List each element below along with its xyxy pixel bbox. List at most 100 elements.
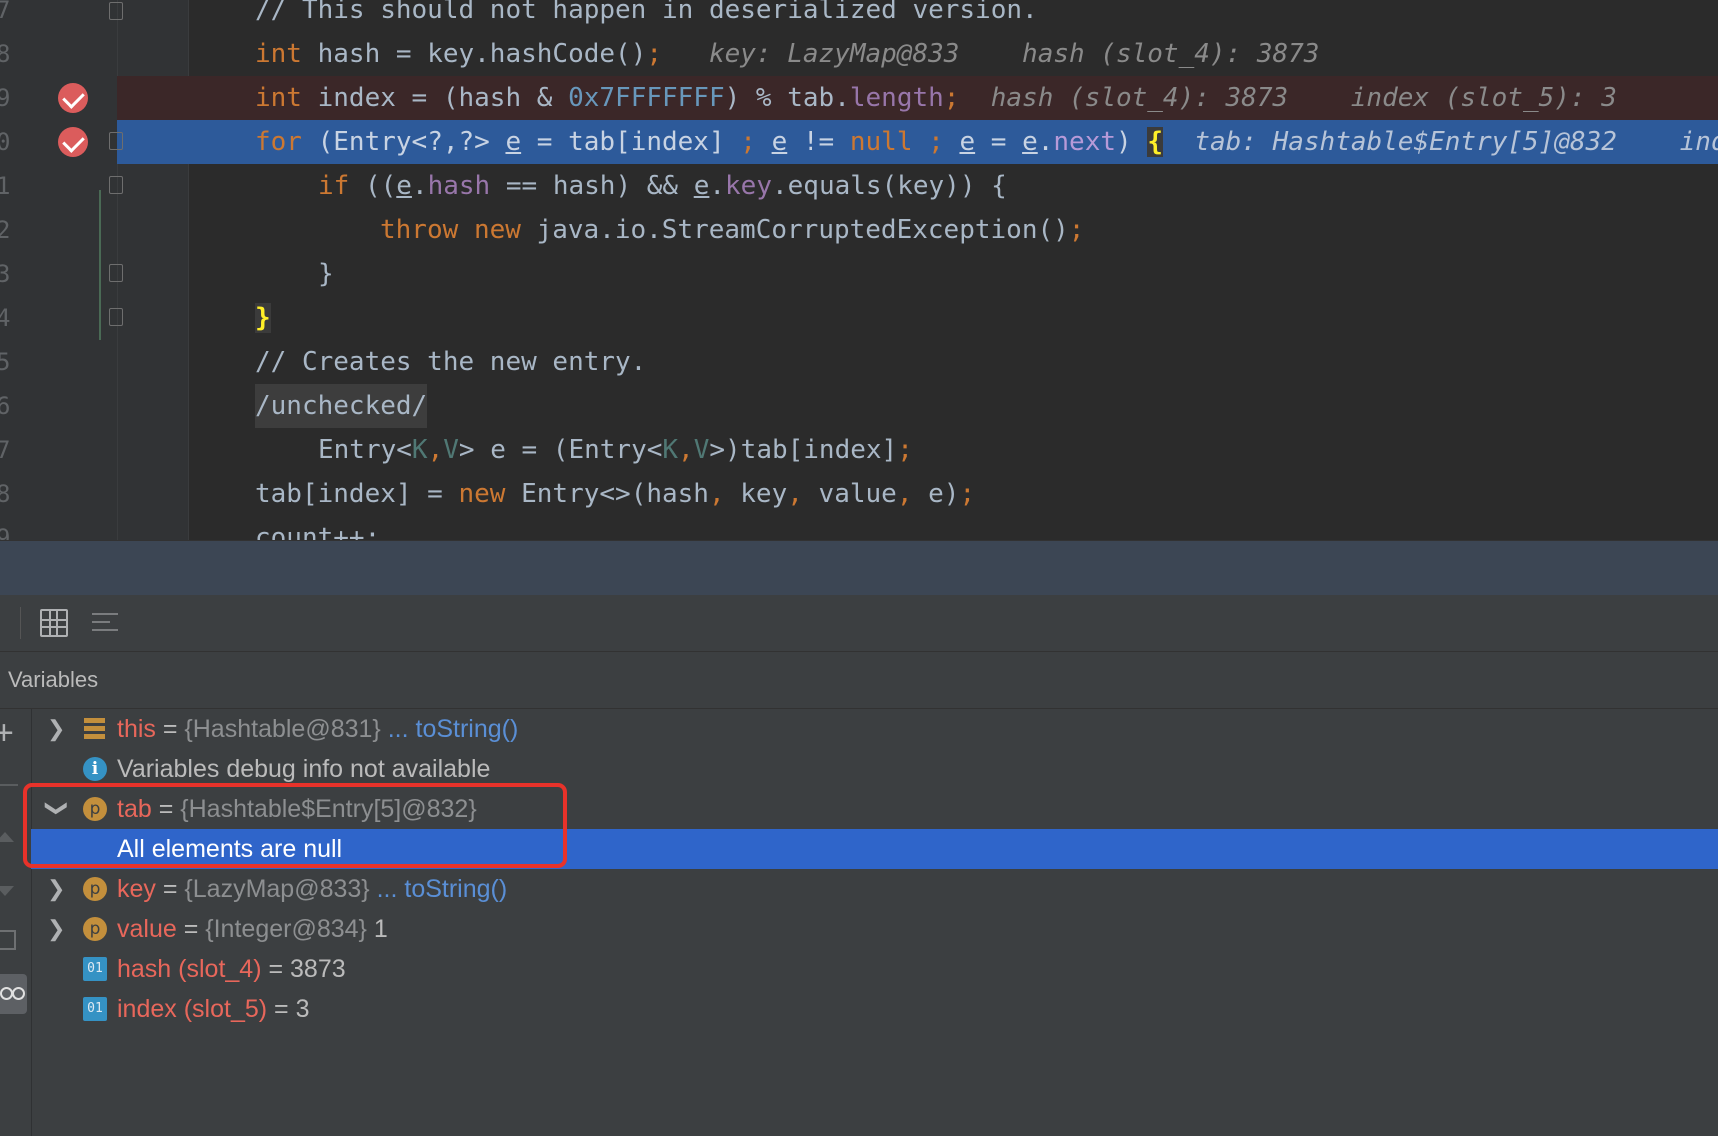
child-message: All elements are null [117, 835, 343, 863]
code-line-current[interactable]: 0 for (Entry<?,?> e = tab[index] ; e != … [0, 120, 1718, 164]
copy-icon[interactable] [0, 930, 16, 950]
tostring-link[interactable]: ... toString() [381, 715, 519, 743]
variable-type: {Hashtable@831} [184, 715, 381, 743]
code-text: int index = (hash & 0x7FFFFFFF) % tab.le… [255, 83, 1617, 113]
variable-name: hash (slot_4) [117, 955, 262, 983]
fold-marker-icon[interactable] [109, 264, 123, 282]
add-watch-icon[interactable]: + [0, 716, 14, 750]
line-number: 7 [0, 0, 11, 24]
variable-name: value [117, 915, 177, 943]
code-line[interactable]: 1 if ((e.hash == hash) && e.key.equals(k… [0, 164, 1718, 208]
line-number: 0 [0, 128, 11, 156]
code-line[interactable]: 4 } [0, 296, 1718, 340]
variable-row-tab[interactable]: ❯ p tab = {Hashtable$Entry[5]@832} [31, 789, 1718, 829]
fold-marker-icon[interactable] [109, 132, 123, 150]
variable-value: 3873 [290, 955, 346, 983]
code-line[interactable]: 6 /unchecked/ [0, 384, 1718, 428]
code-line[interactable]: 2 throw new java.io.StreamCorruptedExcep… [0, 208, 1718, 252]
line-number: 3 [0, 260, 11, 288]
variables-header: Variables [0, 652, 1718, 709]
code-comment: // Creates the new entry. [255, 347, 647, 377]
line-number: 9 [0, 524, 11, 540]
local-variable-icon: 01 [83, 957, 107, 981]
breakpoint-icon[interactable] [58, 83, 88, 113]
variable-row-index[interactable]: 01 index (slot_5) = 3 [31, 989, 1718, 1029]
code-line[interactable]: 7 Entry<K,V> e = (Entry<K,V>)tab[index]; [0, 428, 1718, 472]
code-line[interactable]: 3 } [0, 252, 1718, 296]
parameter-icon: p [83, 877, 107, 901]
code-text: int hash = key.hashCode(); key: LazyMap@… [255, 39, 1320, 69]
variable-name: this [117, 715, 156, 743]
collapse-chevron-icon[interactable]: ❯ [37, 799, 77, 819]
code-text: } [255, 296, 271, 340]
breakpoint-icon[interactable] [58, 127, 88, 157]
code-line-breakpoint[interactable]: 9 int index = (hash & 0x7FFFFFFF) % tab.… [0, 76, 1718, 120]
inline-debug-hint: hash (slot_4): 3873 index (slot_5): 3 [990, 83, 1617, 113]
variable-value: 3 [295, 995, 310, 1023]
move-down-icon[interactable] [0, 886, 14, 896]
parameter-icon: p [83, 797, 107, 821]
code-text: tab[index] = new Entry<>(hash, key, valu… [255, 479, 976, 509]
line-number: 4 [0, 304, 11, 332]
variable-row-hash[interactable]: 01 hash (slot_4) = 3873 [31, 949, 1718, 989]
line-number: 6 [0, 392, 11, 420]
code-line[interactable]: 9 count++; [0, 516, 1718, 540]
inline-debug-hint: key: LazyMap@833 hash (slot_4): 3873 [708, 39, 1320, 69]
debug-toolbar [0, 595, 1718, 652]
local-variable-icon: 01 [83, 997, 107, 1021]
field-icon [83, 717, 107, 741]
remove-watch-icon[interactable] [0, 784, 18, 786]
fold-marker-icon[interactable] [109, 176, 123, 194]
variable-type: {Hashtable$Entry[5]@832} [180, 795, 477, 823]
watches-toggle-button[interactable] [0, 974, 27, 1014]
matched-brace: { [1147, 127, 1163, 157]
code-text: count++; [255, 523, 381, 540]
variable-row-tab-child[interactable]: All elements are null [31, 829, 1718, 869]
parameter-icon: p [83, 917, 107, 941]
variable-name: index (slot_5) [117, 995, 268, 1023]
code-text: if ((e.hash == hash) && e.key.equals(key… [318, 171, 1007, 201]
line-number: 9 [0, 84, 11, 112]
info-icon: i [83, 757, 107, 781]
table-grid-icon[interactable] [40, 609, 68, 637]
code-text: for (Entry<?,?> e = tab[index] ; e != nu… [255, 120, 1718, 164]
inline-debug-hint: tab: Hashtable$Entry[5]@832 ind [1194, 127, 1718, 157]
code-text: } [318, 259, 334, 289]
toolbar-separator [20, 607, 21, 639]
info-text: Variables debug info not available [117, 755, 491, 783]
variable-row-key[interactable]: ❯ p key = {LazyMap@833} ... toString() [31, 869, 1718, 909]
debug-panel-header[interactable] [0, 540, 1718, 596]
code-text: Entry<K,V> e = (Entry<K,V>)tab[index]; [318, 435, 913, 465]
line-number: 8 [0, 480, 11, 508]
debug-info-message: i Variables debug info not available [31, 749, 1718, 789]
variable-name: tab [117, 795, 152, 823]
fold-marker-icon[interactable] [109, 2, 123, 20]
fold-guide [99, 190, 101, 340]
fold-marker-icon[interactable] [109, 308, 123, 326]
variable-type: {Integer@834} [205, 915, 367, 943]
variable-name: key [117, 875, 156, 903]
move-up-icon[interactable] [0, 832, 14, 842]
code-line[interactable]: 7 // This should not happen in deseriali… [0, 0, 1718, 32]
line-number: 5 [0, 348, 11, 376]
code-line[interactable]: 5 // Creates the new entry. [0, 340, 1718, 384]
expand-chevron-icon[interactable]: ❯ [47, 869, 67, 909]
line-number: 2 [0, 216, 11, 244]
line-number: 1 [0, 172, 11, 200]
code-line[interactable]: 8 int hash = key.hashCode(); key: LazyMa… [0, 32, 1718, 76]
matched-brace: } [255, 303, 271, 333]
code-annotation: /unchecked/ [255, 384, 428, 428]
code-editor[interactable]: 7 // This should not happen in deseriali… [0, 0, 1718, 540]
code-text: throw new java.io.StreamCorruptedExcepti… [380, 215, 1085, 245]
expand-chevron-icon[interactable]: ❯ [47, 909, 67, 949]
line-number: 8 [0, 40, 11, 68]
compare-list-icon[interactable] [92, 609, 120, 637]
tostring-link[interactable]: ... toString() [370, 875, 508, 903]
side-toolbar [0, 709, 32, 1136]
variable-type: {LazyMap@833} [184, 875, 370, 903]
variable-row-this[interactable]: ❯ this = {Hashtable@831} ... toString() [31, 709, 1718, 749]
expand-chevron-icon[interactable]: ❯ [47, 709, 67, 749]
code-line[interactable]: 8 tab[index] = new Entry<>(hash, key, va… [0, 472, 1718, 516]
variables-title: Variables [8, 667, 99, 692]
variable-row-value[interactable]: ❯ p value = {Integer@834} 1 [31, 909, 1718, 949]
